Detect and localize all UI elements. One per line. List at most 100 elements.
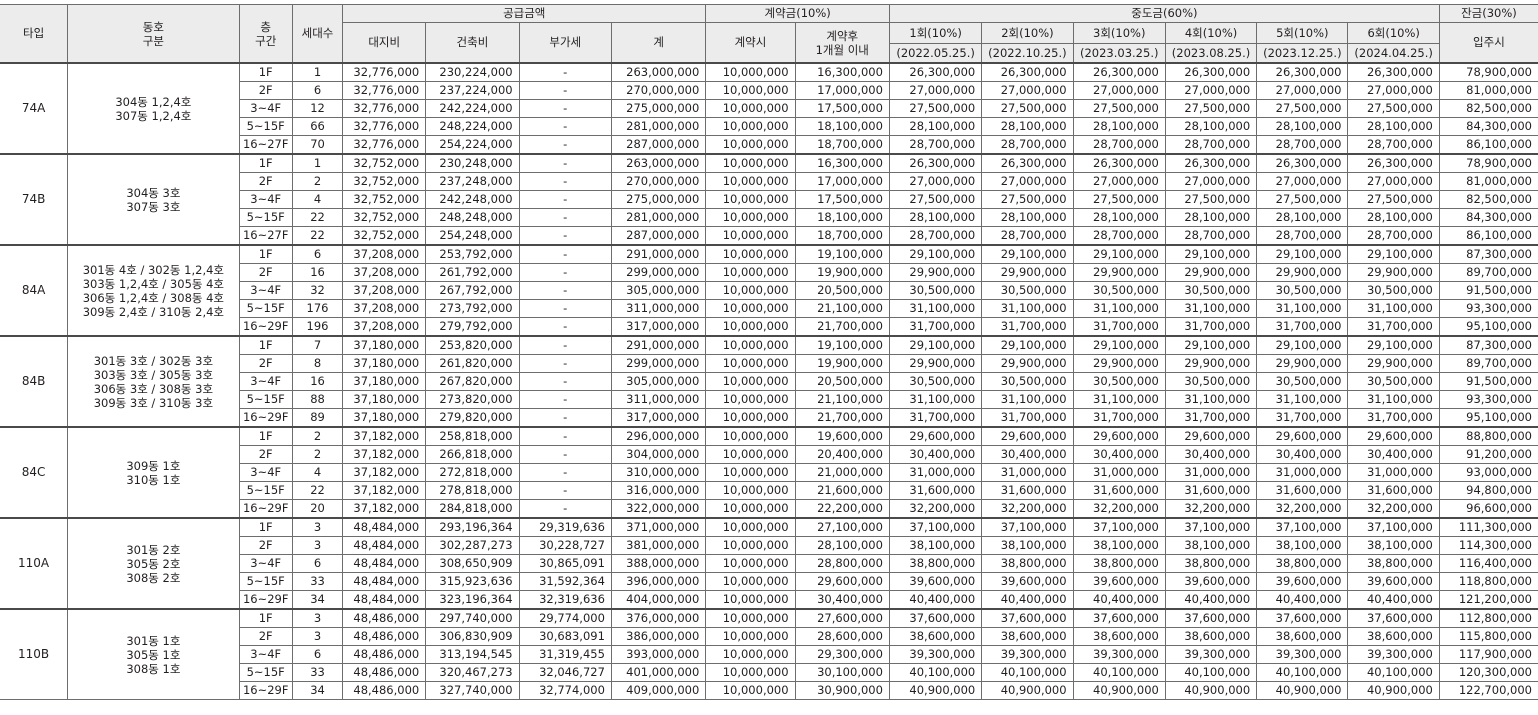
total-price-cell: 310,000,000: [610, 463, 707, 482]
installment-6-cell: 28,700,000: [1347, 226, 1440, 246]
deposit-after-cell: 17,000,000: [794, 172, 890, 191]
vat-cell: -: [518, 463, 612, 482]
balance-cell: 118,800,000: [1438, 572, 1538, 591]
household-count-cell: 6: [291, 81, 344, 100]
land-cost-cell: 32,776,000: [342, 99, 427, 118]
installment-3-cell: 26,300,000: [1072, 153, 1166, 173]
unit-type-group: 74B 304동 3호 307동 3호 1F 1 32,752,000 230,248,00…: [0, 153, 1538, 246]
deposit-after-cell: 27,100,000: [794, 517, 890, 537]
installment-4-cell: 37,600,000: [1164, 608, 1258, 628]
floor-range-cell: 5~15F: [238, 663, 293, 682]
balance-cell: 93,300,000: [1438, 390, 1538, 409]
installment-4-cell: 31,700,000: [1164, 317, 1258, 337]
balance-cell: 81,000,000: [1438, 172, 1538, 191]
dong-ho-line: 301동 4호 / 302동 1,2,4호: [82, 262, 225, 277]
total-price-cell: 381,000,000: [610, 536, 707, 555]
installment-4-cell: 37,100,000: [1164, 517, 1258, 537]
installment-6-cell: 30,400,000: [1347, 445, 1440, 464]
installment-2-cell: 30,500,000: [981, 281, 1074, 300]
dong-ho-line: 310동 1호: [126, 472, 181, 487]
installment-1-cell: 29,900,000: [888, 354, 983, 373]
installment-3-cell: 29,100,000: [1072, 335, 1166, 355]
installment-1-cell: 28,100,000: [888, 208, 983, 227]
header-balance-at-movein: 입주시: [1438, 22, 1538, 64]
installment-6-cell: 37,100,000: [1347, 517, 1440, 537]
installment-2-cell: 29,100,000: [981, 244, 1074, 264]
land-cost-cell: 32,776,000: [342, 62, 427, 82]
deposit-after-cell: 19,600,000: [794, 426, 890, 446]
land-cost-cell: 37,180,000: [342, 408, 427, 428]
installment-1-cell: 29,100,000: [888, 244, 983, 264]
installment-4-cell: 28,100,000: [1164, 117, 1258, 136]
installment-1-cell: 32,200,000: [888, 499, 983, 519]
deposit-after-cell: 28,100,000: [794, 536, 890, 555]
installment-4-cell: 29,900,000: [1164, 263, 1258, 282]
household-count-cell: 1: [291, 62, 344, 82]
vat-cell: -: [518, 408, 612, 428]
installment-6-cell: 28,100,000: [1347, 208, 1440, 227]
vat-cell: -: [518, 390, 612, 409]
floor-range-cell: 16~27F: [238, 226, 293, 246]
unit-type-cell: 110B: [0, 608, 69, 700]
building-cost-cell: 248,224,000: [425, 117, 520, 136]
installment-6-cell: 39,600,000: [1347, 572, 1440, 591]
installment-3-cell: 27,500,000: [1072, 190, 1166, 209]
price-table-container: 타입 동호 구분 층 구간 세대수 공급금액 계약금(10%) 중도금(60%) 잔…: [0, 0, 1538, 700]
header-floor: 층 구간: [238, 4, 293, 64]
floor-range-cell: 3~4F: [238, 372, 293, 391]
deposit-at-contract-cell: 10,000,000: [705, 354, 796, 373]
land-cost-cell: 32,776,000: [342, 117, 427, 136]
dong-ho-line: 305동 1호: [126, 647, 181, 662]
installment-5-cell: 28,100,000: [1256, 117, 1349, 136]
installment-3-cell: 30,500,000: [1072, 281, 1166, 300]
installment-6-cell: 26,300,000: [1347, 62, 1440, 82]
installment-6-cell: 29,900,000: [1347, 354, 1440, 373]
total-price-cell: 270,000,000: [610, 81, 707, 100]
deposit-after-cell: 18,100,000: [794, 208, 890, 227]
household-count-cell: 16: [291, 263, 344, 282]
deposit-after-cell: 16,300,000: [794, 62, 890, 82]
installment-3-cell: 28,700,000: [1072, 135, 1166, 155]
household-count-cell: 6: [291, 244, 344, 264]
installment-6-cell: 40,400,000: [1347, 590, 1440, 610]
deposit-after-cell: 22,200,000: [794, 499, 890, 519]
floor-range-cell: 3~4F: [238, 554, 293, 573]
installment-4-cell: 38,600,000: [1164, 627, 1258, 646]
installment-5-cell: 31,600,000: [1256, 481, 1349, 500]
unit-type-group: 84A 301동 4호 / 302동 1,2,4호 303동 1,2,4호 / 30…: [0, 244, 1538, 337]
household-count-cell: 7: [291, 335, 344, 355]
vat-cell: -: [518, 335, 612, 355]
floor-range-cell: 1F: [238, 153, 293, 173]
land-cost-cell: 48,486,000: [342, 627, 427, 646]
installment-2-cell: 31,700,000: [981, 317, 1074, 337]
building-cost-cell: 278,818,000: [425, 481, 520, 500]
dong-ho-cell: 304동 3호 307동 3호: [67, 153, 240, 246]
balance-cell: 84,300,000: [1438, 117, 1538, 136]
deposit-at-contract-cell: 10,000,000: [705, 554, 796, 573]
installment-6-cell: 40,100,000: [1347, 663, 1440, 682]
vat-cell: -: [518, 426, 612, 446]
household-count-cell: 6: [291, 645, 344, 664]
table-row: 74A 304동 1,2,4호 307동 1,2,4호 1F 1 32,776,000 23…: [0, 62, 1538, 155]
floor-range-cell: 5~15F: [238, 390, 293, 409]
header-vat: 부가세: [518, 22, 612, 64]
land-cost-cell: 32,752,000: [342, 172, 427, 191]
installment-3-cell: 31,700,000: [1072, 317, 1166, 337]
installment-5-cell: 27,500,000: [1256, 99, 1349, 118]
deposit-after-cell: 18,700,000: [794, 226, 890, 246]
installment-4-cell: 27,500,000: [1164, 99, 1258, 118]
deposit-after-cell: 19,100,000: [794, 244, 890, 264]
dong-ho-line: 301동 1호: [126, 633, 181, 648]
header-dong-line1: 동호: [142, 19, 164, 34]
dong-ho-line: 301동 2호: [126, 542, 181, 557]
deposit-after-cell: 21,100,000: [794, 299, 890, 318]
installment-2-cell: 37,100,000: [981, 517, 1074, 537]
installment-5-cell: 38,100,000: [1256, 536, 1349, 555]
household-count-cell: 3: [291, 627, 344, 646]
building-cost-cell: 293,196,364: [425, 517, 520, 537]
household-count-cell: 4: [291, 463, 344, 482]
installment-2-cell: 27,000,000: [981, 81, 1074, 100]
deposit-at-contract-cell: 10,000,000: [705, 172, 796, 191]
deposit-after-cell: 30,400,000: [794, 590, 890, 610]
installment-5-cell: 26,300,000: [1256, 153, 1349, 173]
